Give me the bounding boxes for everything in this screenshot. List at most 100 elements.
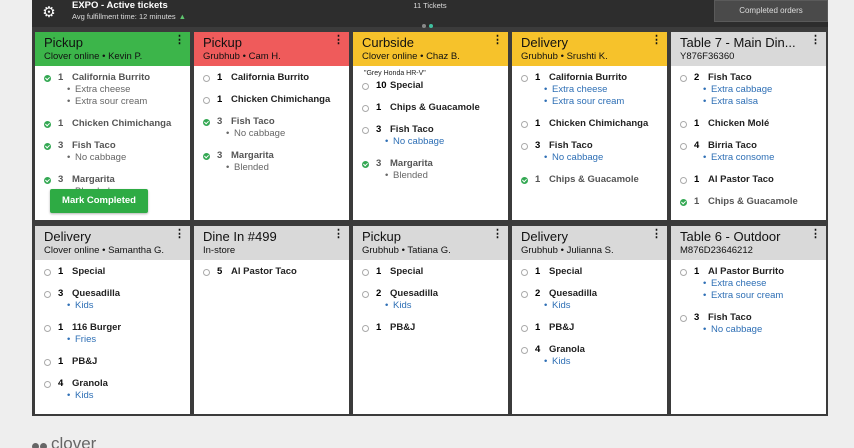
empty-circle-icon[interactable] bbox=[521, 121, 528, 128]
empty-circle-icon[interactable] bbox=[362, 325, 369, 332]
order-item[interactable]: 1 California Burrito bbox=[203, 72, 340, 84]
empty-circle-icon[interactable] bbox=[362, 83, 369, 90]
order-item[interactable]: 3 Fish TacoNo cabbage bbox=[203, 116, 340, 140]
order-item[interactable]: 1 Special bbox=[362, 266, 499, 278]
empty-circle-icon[interactable] bbox=[680, 143, 687, 150]
order-item[interactable]: 4 GranolaKids bbox=[521, 344, 658, 368]
more-options-icon[interactable]: ⋮ bbox=[810, 35, 821, 46]
ticket-header[interactable]: Delivery Clover online • Samantha G. ⋮ bbox=[35, 226, 190, 260]
more-options-icon[interactable]: ⋮ bbox=[810, 229, 821, 240]
ticket-header[interactable]: Pickup Clover online • Kevin P. ⋮ bbox=[35, 32, 190, 66]
page-indicator[interactable] bbox=[422, 15, 436, 33]
empty-circle-icon[interactable] bbox=[680, 269, 687, 276]
order-item[interactable]: 3 MargaritaBlended bbox=[362, 158, 499, 182]
gear-icon[interactable]: ⚙ bbox=[40, 4, 58, 22]
order-item[interactable]: 1 Chips & Guacamole bbox=[362, 102, 499, 114]
empty-circle-icon[interactable] bbox=[362, 127, 369, 134]
ticket-header[interactable]: Table 7 - Main Din... Y876F36360 ⋮ bbox=[671, 32, 826, 66]
order-item[interactable]: 5 Al Pastor Taco bbox=[203, 266, 340, 278]
order-item[interactable]: 1 PB&J bbox=[362, 322, 499, 334]
ticket-header[interactable]: Dine In #499 In-store ⋮ bbox=[194, 226, 349, 260]
empty-circle-icon[interactable] bbox=[521, 325, 528, 332]
order-item[interactable]: 2 Fish TacoExtra cabbageExtra salsa bbox=[680, 72, 817, 108]
empty-circle-icon[interactable] bbox=[680, 121, 687, 128]
order-item[interactable]: 1 Special bbox=[521, 266, 658, 278]
more-options-icon[interactable]: ⋮ bbox=[174, 35, 185, 46]
order-item[interactable]: 3 Fish TacoNo cabbage bbox=[521, 140, 658, 164]
empty-circle-icon[interactable] bbox=[203, 97, 210, 104]
ticket-card[interactable]: Table 6 - Outdoor M876D23646212 ⋮ 1 Al Pasto… bbox=[671, 226, 826, 414]
mark-completed-button[interactable]: Mark Completed bbox=[50, 189, 148, 213]
empty-circle-icon[interactable] bbox=[521, 143, 528, 150]
ticket-card[interactable]: Delivery Grubhub • Srushti K. ⋮ 1 California… bbox=[512, 32, 667, 220]
empty-circle-icon[interactable] bbox=[362, 105, 369, 112]
check-circle-icon[interactable] bbox=[44, 75, 51, 82]
empty-circle-icon[interactable] bbox=[521, 269, 528, 276]
order-item[interactable]: 1 Chicken Chimichanga bbox=[521, 118, 658, 130]
order-item[interactable]: 1 Chicken Molé bbox=[680, 118, 817, 130]
ticket-card[interactable]: Pickup Grubhub • Tatiana G. ⋮ 1 Special 2 Ques… bbox=[353, 226, 508, 414]
order-item[interactable]: 1 Chips & Guacamole bbox=[521, 174, 658, 186]
empty-circle-icon[interactable] bbox=[44, 325, 51, 332]
order-item[interactable]: 1 Special bbox=[44, 266, 181, 278]
order-item[interactable]: 1 Chicken Chimichanga bbox=[203, 94, 340, 106]
ticket-card[interactable]: Delivery Grubhub • Julianna S. ⋮ 1 Special 2 Q… bbox=[512, 226, 667, 414]
empty-circle-icon[interactable] bbox=[203, 75, 210, 82]
empty-circle-icon[interactable] bbox=[680, 315, 687, 322]
ticket-header[interactable]: Delivery Grubhub • Srushti K. ⋮ bbox=[512, 32, 667, 66]
ticket-card[interactable]: Pickup Grubhub • Cam H. ⋮ 1 California Burri… bbox=[194, 32, 349, 220]
page-dot-active[interactable] bbox=[429, 24, 433, 28]
page-dot[interactable] bbox=[422, 24, 426, 28]
empty-circle-icon[interactable] bbox=[44, 381, 51, 388]
ticket-header[interactable]: Delivery Grubhub • Julianna S. ⋮ bbox=[512, 226, 667, 260]
order-item[interactable]: 1 Chips & Guacamole bbox=[680, 196, 817, 208]
completed-orders-button[interactable]: Completed orders bbox=[714, 0, 828, 22]
ticket-header[interactable]: Curbside Clover online • Chaz B. ⋮ bbox=[353, 32, 508, 66]
order-item[interactable]: 3 Fish TacoNo cabbage bbox=[44, 140, 181, 164]
check-circle-icon[interactable] bbox=[44, 121, 51, 128]
ticket-card[interactable]: Curbside Clover online • Chaz B. ⋮ "Grey Ho… bbox=[353, 32, 508, 220]
ticket-card[interactable]: Table 7 - Main Din... Y876F36360 ⋮ 2 Fish Ta… bbox=[671, 32, 826, 220]
order-item[interactable]: 1 116 BurgerFries bbox=[44, 322, 181, 346]
order-item[interactable]: 1 PB&J bbox=[44, 356, 181, 368]
check-circle-icon[interactable] bbox=[44, 143, 51, 150]
order-item[interactable]: 1 Al Pastor BurritoExtra cheeseExtra sour… bbox=[680, 266, 817, 302]
empty-circle-icon[interactable] bbox=[362, 269, 369, 276]
empty-circle-icon[interactable] bbox=[44, 291, 51, 298]
more-options-icon[interactable]: ⋮ bbox=[651, 229, 662, 240]
ticket-header[interactable]: Pickup Grubhub • Cam H. ⋮ bbox=[194, 32, 349, 66]
order-item[interactable]: 1 Al Pastor Taco bbox=[680, 174, 817, 186]
check-circle-icon[interactable] bbox=[680, 199, 687, 206]
empty-circle-icon[interactable] bbox=[521, 291, 528, 298]
more-options-icon[interactable]: ⋮ bbox=[651, 35, 662, 46]
order-item[interactable]: 10 Special bbox=[362, 80, 499, 92]
empty-circle-icon[interactable] bbox=[521, 75, 528, 82]
order-item[interactable]: 3 Fish TacoNo cabbage bbox=[680, 312, 817, 336]
more-options-icon[interactable]: ⋮ bbox=[333, 35, 344, 46]
order-item[interactable]: 1 PB&J bbox=[521, 322, 658, 334]
order-item[interactable]: 3 MargaritaBlended bbox=[203, 150, 340, 174]
check-circle-icon[interactable] bbox=[203, 153, 210, 160]
ticket-card[interactable]: Delivery Clover online • Samantha G. ⋮ 1 Spe… bbox=[35, 226, 190, 414]
order-item[interactable]: 2 QuesadillaKids bbox=[362, 288, 499, 312]
empty-circle-icon[interactable] bbox=[44, 359, 51, 366]
empty-circle-icon[interactable] bbox=[521, 347, 528, 354]
empty-circle-icon[interactable] bbox=[362, 291, 369, 298]
order-item[interactable]: 4 Birria TacoExtra consome bbox=[680, 140, 817, 164]
empty-circle-icon[interactable] bbox=[680, 177, 687, 184]
ticket-header[interactable]: Pickup Grubhub • Tatiana G. ⋮ bbox=[353, 226, 508, 260]
more-options-icon[interactable]: ⋮ bbox=[492, 229, 503, 240]
more-options-icon[interactable]: ⋮ bbox=[174, 229, 185, 240]
check-circle-icon[interactable] bbox=[521, 177, 528, 184]
ticket-header[interactable]: Table 6 - Outdoor M876D23646212 ⋮ bbox=[671, 226, 826, 260]
order-item[interactable]: 2 QuesadillaKids bbox=[521, 288, 658, 312]
empty-circle-icon[interactable] bbox=[44, 269, 51, 276]
check-circle-icon[interactable] bbox=[44, 177, 51, 184]
more-options-icon[interactable]: ⋮ bbox=[333, 229, 344, 240]
check-circle-icon[interactable] bbox=[362, 161, 369, 168]
order-item[interactable]: 1 California BurritoExtra cheeseExtra sou… bbox=[521, 72, 658, 108]
order-item[interactable]: 1 California BurritoExtra cheeseExtra sou… bbox=[44, 72, 181, 108]
order-item[interactable]: 3 QuesadillaKids bbox=[44, 288, 181, 312]
empty-circle-icon[interactable] bbox=[203, 269, 210, 276]
ticket-card[interactable]: Dine In #499 In-store ⋮ 5 Al Pastor Taco bbox=[194, 226, 349, 414]
